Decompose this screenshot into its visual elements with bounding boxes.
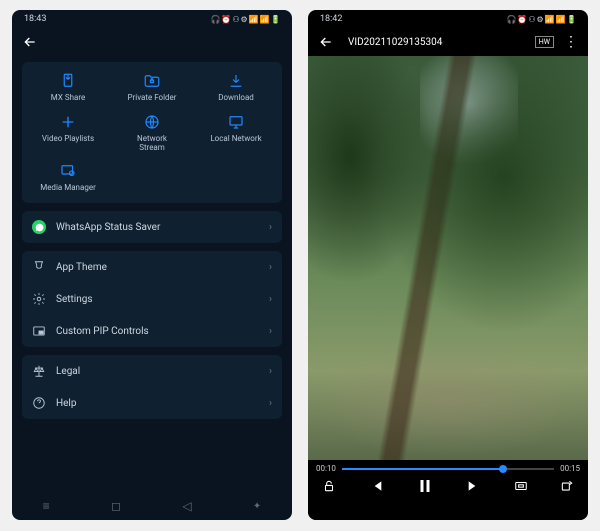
app-bar xyxy=(12,28,292,56)
row-help[interactable]: Help › xyxy=(22,387,282,419)
tile-mx-share[interactable]: MX Share xyxy=(28,72,108,103)
pip-icon xyxy=(32,324,46,338)
prev-button[interactable] xyxy=(368,478,384,494)
gear-icon xyxy=(32,292,46,306)
video-controls: 00:10 00:15 xyxy=(308,460,588,520)
row-app-theme[interactable]: App Theme › xyxy=(22,251,282,283)
tools-card: MX Share Private Folder Download Video P… xyxy=(22,62,282,203)
nav-home[interactable]: ◻ xyxy=(111,499,121,513)
row-label: Help xyxy=(56,398,76,409)
tools-grid: MX Share Private Folder Download Video P… xyxy=(28,72,276,193)
tile-label: Private Folder xyxy=(127,94,176,103)
system-nav: ≡ ◻ ◁ ✦ xyxy=(12,492,292,520)
chevron-right-icon: › xyxy=(269,326,272,337)
tile-label: Download xyxy=(218,94,254,103)
chevron-right-icon: › xyxy=(269,398,272,409)
card-settings: App Theme › Settings › Custom PIP Contro… xyxy=(22,251,282,347)
row-whatsapp-status[interactable]: WhatsApp Status Saver › xyxy=(22,211,282,243)
seek-bar[interactable] xyxy=(342,468,554,470)
row-legal[interactable]: Legal › xyxy=(22,355,282,387)
tile-label: Video Playlists xyxy=(42,135,94,144)
tile-label: Local Network xyxy=(210,135,261,144)
seek-row: 00:10 00:15 xyxy=(316,464,580,473)
card-wa: WhatsApp Status Saver › xyxy=(22,211,282,243)
chevron-right-icon: › xyxy=(269,294,272,305)
tile-local-network[interactable]: Local Network xyxy=(196,113,276,153)
tile-download[interactable]: Download xyxy=(196,72,276,103)
video-surface[interactable] xyxy=(308,56,588,460)
buttons-row xyxy=(316,473,580,495)
time-duration: 00:15 xyxy=(560,464,580,473)
status-bar: 18:43 🎧 ⏰ ⚇ ⚙ 📶 📶 🔋 xyxy=(12,10,292,28)
seek-knob[interactable] xyxy=(499,465,507,473)
scale-icon xyxy=(32,364,46,378)
row-label: Custom PIP Controls xyxy=(56,326,149,337)
row-label: Settings xyxy=(56,294,93,305)
content: MX Share Private Folder Download Video P… xyxy=(12,56,292,492)
tile-video-playlists[interactable]: Video Playlists xyxy=(28,113,108,153)
whatsapp-icon xyxy=(32,220,46,234)
folder-lock-icon xyxy=(143,72,161,90)
phone-right: 18:42 🎧 ⏰ ⚇ ⚙ 📶 📶 🔋 VID20211029135304 HW… xyxy=(308,10,588,520)
tile-label: Media Manager xyxy=(40,184,96,193)
status-icons: 🎧 ⏰ ⚇ ⚙ 📶 📶 🔋 xyxy=(506,15,576,24)
globe-icon xyxy=(143,113,161,131)
monitor-icon xyxy=(227,113,245,131)
share-icon xyxy=(59,72,77,90)
media-icon xyxy=(59,162,77,180)
card-info: Legal › Help › xyxy=(22,355,282,419)
row-label: WhatsApp Status Saver xyxy=(56,222,160,233)
download-icon xyxy=(227,72,245,90)
chevron-right-icon: › xyxy=(269,366,272,377)
aspect-button[interactable] xyxy=(514,479,528,493)
plus-icon xyxy=(59,113,77,131)
rotate-button[interactable] xyxy=(560,479,574,493)
time-current: 00:10 xyxy=(316,464,336,473)
lock-button[interactable] xyxy=(322,479,336,493)
status-icons: 🎧 ⏰ ⚇ ⚙ 📶 📶 🔋 xyxy=(210,15,280,24)
status-time: 18:42 xyxy=(320,14,342,24)
back-button[interactable] xyxy=(22,34,38,50)
chevron-right-icon: › xyxy=(269,222,272,233)
video-app-bar: VID20211029135304 HW ⋮ xyxy=(308,28,588,56)
tile-network-stream[interactable]: Network Stream xyxy=(112,113,192,153)
more-button[interactable]: ⋮ xyxy=(564,34,578,50)
row-settings[interactable]: Settings › xyxy=(22,283,282,315)
phone-left: 18:43 🎧 ⏰ ⚇ ⚙ 📶 📶 🔋 MX Share Private Fol… xyxy=(12,10,292,520)
row-pip[interactable]: Custom PIP Controls › xyxy=(22,315,282,347)
back-button[interactable] xyxy=(318,34,334,50)
video-content xyxy=(308,56,588,460)
nav-recent[interactable]: ≡ xyxy=(43,499,50,513)
pause-button[interactable] xyxy=(416,477,434,495)
chevron-right-icon: › xyxy=(269,262,272,273)
nav-accessibility[interactable]: ✦ xyxy=(253,501,261,512)
seek-fill xyxy=(342,468,503,470)
tile-private-folder[interactable]: Private Folder xyxy=(112,72,192,103)
hw-badge[interactable]: HW xyxy=(535,36,554,48)
tile-media-manager[interactable]: Media Manager xyxy=(28,162,108,193)
next-button[interactable] xyxy=(466,478,482,494)
status-time: 18:43 xyxy=(24,14,46,24)
tile-label: MX Share xyxy=(51,94,85,103)
row-label: Legal xyxy=(56,366,80,377)
theme-icon xyxy=(32,260,46,274)
tile-label: Network Stream xyxy=(137,135,167,153)
help-icon xyxy=(32,396,46,410)
video-title: VID20211029135304 xyxy=(342,37,527,48)
status-bar: 18:42 🎧 ⏰ ⚇ ⚙ 📶 📶 🔋 xyxy=(308,10,588,28)
row-label: App Theme xyxy=(56,262,107,273)
nav-back[interactable]: ◁ xyxy=(182,499,191,513)
